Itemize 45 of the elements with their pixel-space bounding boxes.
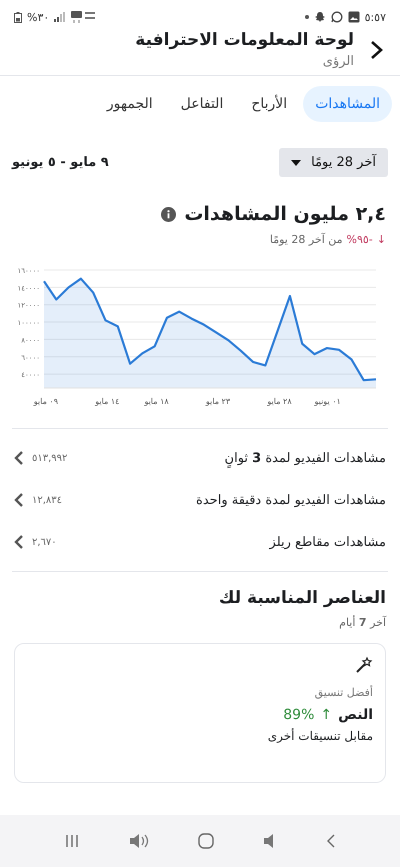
ghost-icon <box>314 11 326 23</box>
chevron-icon <box>14 534 24 550</box>
change-period: من آخر 28 يومًا <box>270 233 343 246</box>
axis-label: ١٨ مايو <box>144 397 169 406</box>
axis-label: ٢٨ مايو <box>267 397 292 406</box>
period-dropdown[interactable]: آخر 28 يومًا <box>279 148 388 177</box>
change-percent: -٩٥% <box>346 233 373 246</box>
signal-icon <box>54 12 66 22</box>
format-name: النص <box>338 707 373 723</box>
change-arrow: ↓ <box>376 233 386 246</box>
axis-label: ٠٩ مايو <box>34 397 58 406</box>
chevron-icon <box>14 450 24 466</box>
tab[interactable]: المشاهدات <box>303 86 392 122</box>
page-title: لوحة المعلومات الاحترافية <box>135 30 354 50</box>
axis-label: ١٤ مايو <box>95 397 120 406</box>
magic-wand-icon <box>355 656 373 674</box>
chat-icon <box>330 11 343 23</box>
clock: ٥:٥٧ <box>364 10 386 24</box>
image-icon <box>348 11 360 23</box>
notification-dot <box>304 15 309 19</box>
card-label: أفضل تنسيق <box>314 686 373 699</box>
volume-up-icon[interactable] <box>129 833 150 849</box>
tab[interactable]: الجمهور <box>94 86 165 122</box>
battery-percent: %٣٠ <box>27 10 50 24</box>
card-note: مقابل تنسيقات أخرى <box>266 729 373 743</box>
tab[interactable]: الأرباح <box>239 86 300 122</box>
home-icon[interactable] <box>198 833 214 849</box>
recents-icon[interactable] <box>64 833 80 849</box>
format-percent: 89% <box>283 707 314 723</box>
chevron-icon <box>14 492 24 508</box>
battery-icon <box>14 12 22 22</box>
caret-icon <box>291 160 302 166</box>
metric-row[interactable]: مشاهدات الفيديو لمدة دقيقة واحدة ١٢,٨٣٤ <box>0 479 400 521</box>
section-title: العناصر المناسبة لك <box>218 588 386 608</box>
tab[interactable]: التفاعل <box>168 86 236 122</box>
up-arrow: ↑ <box>320 707 332 723</box>
info-icon[interactable] <box>161 206 176 222</box>
back-icon[interactable] <box>326 833 336 849</box>
page-subtitle: الرؤى <box>322 54 354 69</box>
axis-label: ٠١ يونيو <box>314 397 341 406</box>
metric-row[interactable]: مشاهدات مقاطع ريلز ٢,٦٧٠ <box>0 521 400 563</box>
date-range: ٩ مايو - ٥ يونيو <box>12 155 109 170</box>
metric-value: ٢,٤ مليون المشاهدات <box>184 203 386 225</box>
network-icon <box>71 11 98 23</box>
axis-label: ٢٣ مايو <box>206 397 230 406</box>
